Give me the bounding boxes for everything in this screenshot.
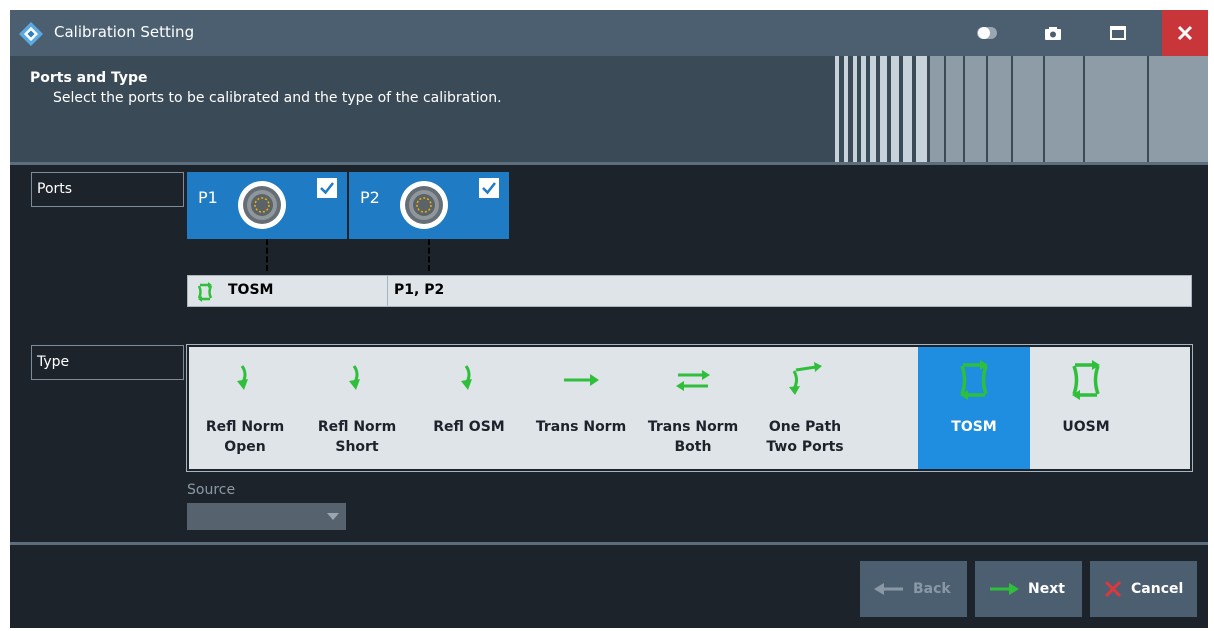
page-subtitle: Select the ports to be calibrated and th…: [53, 90, 502, 106]
connector-icon: [400, 181, 448, 229]
tosm-icon: [960, 360, 988, 400]
type-refl-osm[interactable]: Refl OSM: [413, 347, 525, 469]
cancel-icon: [1104, 580, 1122, 598]
close-button[interactable]: [1162, 10, 1208, 56]
next-button-label: Next: [1028, 581, 1065, 597]
maximize-icon: [1110, 26, 1126, 40]
page-header: Ports and Type Select the ports to be ca…: [10, 56, 1208, 162]
port-p1-name: P1: [198, 188, 218, 207]
window-title: Calibration Setting: [54, 23, 195, 41]
type-label-text: Trans Norm Both: [647, 419, 739, 455]
port-p2-checkbox[interactable]: [479, 178, 499, 198]
type-trans-norm[interactable]: Trans Norm: [525, 347, 637, 469]
close-icon: [1177, 25, 1193, 41]
trans-norm-both-icon: [676, 370, 710, 391]
type-tosm[interactable]: TOSM: [918, 347, 1030, 469]
type-trans-norm-both[interactable]: Trans Norm Both: [637, 347, 749, 469]
calibration-setting-window: Calibration Setting Ports and Type Selec…: [10, 10, 1208, 628]
source-label: Source: [187, 482, 236, 498]
port-p1-checkbox[interactable]: [317, 178, 337, 198]
calibration-row-type: TOSM: [188, 276, 388, 306]
page-title: Ports and Type: [30, 70, 148, 86]
footer-divider: [10, 542, 1208, 545]
next-button[interactable]: Next: [975, 561, 1082, 617]
calibration-type-text: TOSM: [228, 282, 274, 298]
maximize-button[interactable]: [1096, 10, 1140, 56]
title-bar: Calibration Setting: [10, 10, 1208, 56]
arrow-left-icon: [874, 583, 903, 595]
type-label: Type: [31, 345, 184, 380]
type-label-text: Refl Norm Open: [205, 419, 285, 455]
back-button-label: Back: [913, 581, 951, 597]
header-divider: [10, 162, 1208, 165]
tosm-icon: [197, 282, 213, 302]
source-dropdown[interactable]: [187, 503, 346, 530]
arrow-right-icon: [990, 583, 1019, 595]
toggle-icon: [977, 27, 997, 39]
logo-icon: [19, 22, 43, 46]
port-p2-name: P2: [360, 188, 380, 207]
trans-norm-icon: [564, 374, 599, 386]
type-one-path-two-ports[interactable]: One Path Two Ports: [749, 347, 861, 469]
one-path-two-ports-icon: [789, 362, 822, 395]
checkmark-icon: [482, 182, 496, 195]
screenshot-button[interactable]: [1031, 10, 1075, 56]
type-refl-norm-open[interactable]: Refl Norm Open: [189, 347, 301, 469]
connector-icon: [238, 181, 286, 229]
refl-osm-icon: [461, 365, 472, 390]
calibration-ports-text: P1, P2: [394, 282, 445, 298]
toggle-button[interactable]: [965, 10, 1009, 56]
refl-norm-short-icon: [349, 365, 360, 390]
type-uosm[interactable]: UOSM: [1030, 347, 1142, 469]
type-label-text: One Path Two Ports: [766, 419, 844, 455]
camera-icon: [1045, 27, 1061, 40]
calibration-row[interactable]: TOSM P1, P2: [187, 275, 1192, 307]
cancel-button-label: Cancel: [1131, 581, 1184, 597]
chevron-down-icon: [327, 513, 339, 520]
port-p2-link-line: [428, 239, 430, 271]
checkmark-icon: [320, 182, 334, 195]
type-label-text: TOSM: [951, 419, 997, 435]
type-label-text: Trans Norm: [535, 419, 627, 435]
port-p2[interactable]: P2: [349, 172, 509, 239]
header-decoration: [835, 56, 1208, 162]
port-p1[interactable]: P1: [187, 172, 347, 239]
calibration-type-panel: Refl Norm Open Refl Norm Short Refl OSM …: [186, 344, 1193, 472]
type-refl-norm-short[interactable]: Refl Norm Short: [301, 347, 413, 469]
uosm-icon: [1072, 360, 1100, 400]
back-button[interactable]: Back: [860, 561, 967, 617]
type-label-text: UOSM: [1062, 419, 1110, 435]
ports-label: Ports: [31, 172, 184, 207]
refl-norm-open-icon: [237, 365, 248, 390]
port-p1-link-line: [266, 239, 268, 271]
cancel-button[interactable]: Cancel: [1090, 561, 1197, 617]
type-label-text: Refl Norm Short: [317, 419, 397, 455]
type-label-text: Refl OSM: [433, 419, 505, 435]
